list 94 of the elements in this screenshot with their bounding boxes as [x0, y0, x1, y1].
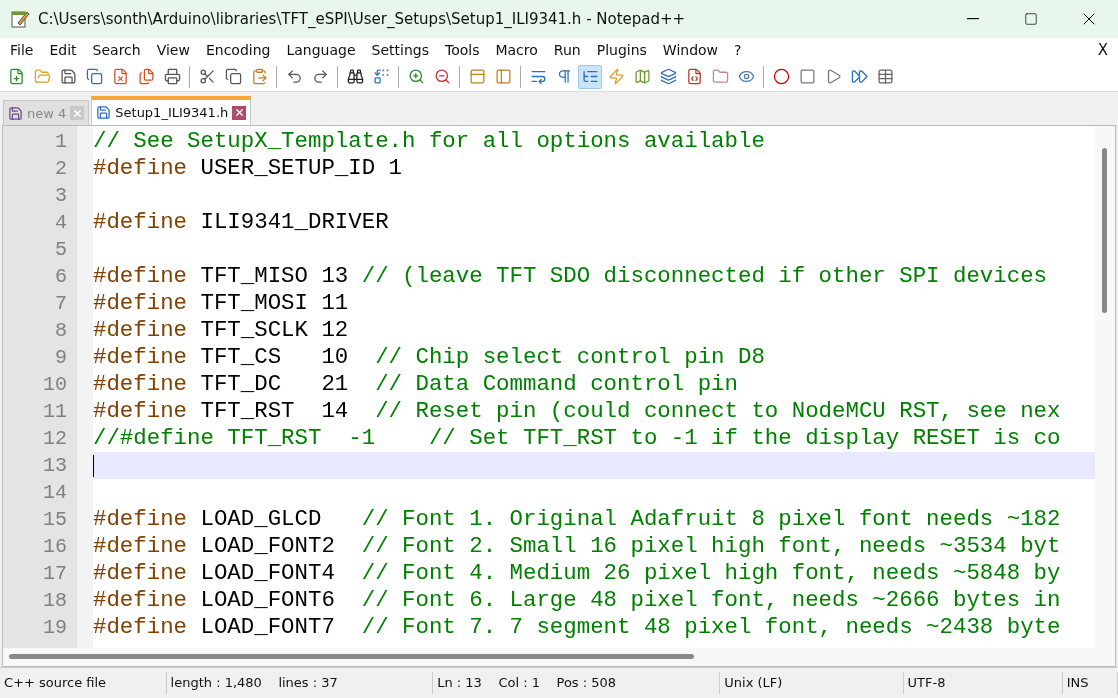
menu-item[interactable]: ? [726, 42, 750, 58]
new-file-icon [7, 68, 25, 85]
menu-item[interactable]: Search [84, 42, 149, 58]
menu-item[interactable]: Window [654, 42, 727, 58]
status-text: INS [1062, 672, 1118, 694]
stop-icon [798, 68, 816, 85]
menu-item[interactable]: File [2, 42, 42, 58]
line-number: 7 [54, 291, 68, 317]
menu-item[interactable]: View [148, 42, 198, 58]
editor[interactable] [2, 125, 1116, 667]
save-icon [8, 105, 23, 121]
code-line: #define TFT_RST 14 // Reset pin (could connect to NodeMCU RST, see nex [93, 398, 1061, 425]
line-number: 12 [42, 426, 68, 452]
record-icon [772, 68, 790, 85]
code-line: #define LOAD_FONT4 // Font 4. Medium 26 pixel high font, needs ~5848 by [93, 560, 1061, 587]
line-number: 3 [54, 183, 68, 209]
eye-icon [737, 68, 755, 85]
line-number: 13 [42, 453, 68, 479]
save-icon [96, 105, 112, 120]
line-number: 18 [42, 588, 68, 614]
code-line: #define LOAD_GLCD // Font 1. Original Adafruit 8 pixel font needs ~182 [93, 506, 1061, 533]
line-number: 4 [54, 210, 68, 236]
status-text: UTF-8 [903, 672, 1063, 694]
save-all-icon [85, 68, 103, 85]
line-number: 16 [42, 534, 68, 560]
line-number: 14 [42, 480, 68, 506]
code-line: #define LOAD_FONT2 // Font 2. Small 16 pixel high font, needs ~3534 byt [93, 533, 1061, 560]
status-text: C++ source file [0, 672, 167, 694]
menu-item[interactable]: Plugins [588, 42, 655, 58]
menu-item[interactable]: Settings [363, 42, 437, 58]
line-number: 1 [54, 129, 68, 155]
line-number: 19 [42, 615, 68, 641]
menu-item[interactable]: Tools [436, 42, 488, 58]
close-document-button[interactable]: X [1097, 41, 1108, 59]
line-number: 15 [42, 507, 68, 533]
menu-item[interactable]: Macro [487, 42, 546, 58]
indent-guide-icon [581, 68, 599, 85]
wrap-icon [529, 68, 547, 85]
window-title: C:\Users\sonth\Arduino\libraries\TFT_eSPI\User_Setups\Setup1_ILI9341.h - Notepad++ [38, 10, 687, 28]
status-text: Unix (LF) [720, 672, 904, 694]
code-line: #define ILI9341_DRIVER [93, 209, 389, 236]
line-number: 2 [54, 156, 68, 182]
line-number: 9 [54, 345, 68, 371]
close-file-icon [111, 68, 129, 85]
copy-icon [224, 68, 242, 85]
zoom-out-icon [433, 68, 451, 85]
notepad-icon [10, 9, 30, 29]
code-line: // See SetupX_Template.h for all options available [93, 128, 765, 155]
scrollbar-thumb[interactable] [1102, 148, 1107, 313]
zoom-in-icon [407, 68, 425, 85]
save-icon [59, 68, 77, 85]
tab-close-button[interactable] [232, 105, 247, 120]
maximize-icon [1024, 12, 1038, 26]
paste-icon [250, 68, 268, 85]
close-icon [233, 107, 245, 118]
scrollbar-thumb[interactable] [9, 654, 694, 659]
map-icon [633, 68, 651, 85]
menu-item[interactable]: Language [278, 42, 364, 58]
status-text: Ln : 13 Col : 1 Pos : 508 [433, 672, 721, 694]
line-number: 11 [42, 399, 68, 425]
find-icon [346, 68, 364, 85]
vertical-scrollbar[interactable] [1095, 126, 1115, 648]
menu-item[interactable]: Run [545, 42, 589, 58]
horizontal-scrollbar[interactable] [3, 648, 1115, 666]
fast-forward-icon [850, 68, 868, 85]
line-number: 6 [54, 264, 68, 290]
line-number: 10 [42, 372, 68, 398]
code-line: //#define TFT_RST -1 // Set TFT_RST to -1 if the display RESET is co [93, 425, 1061, 452]
menu-item[interactable]: Encoding [197, 42, 279, 58]
code-line: #define TFT_MISO 13 // (leave TFT SDO disconnected if other SPI devices [93, 263, 1047, 290]
folder-icon [33, 68, 51, 85]
close-all-icon [137, 68, 155, 85]
lightning-icon [607, 68, 625, 85]
file-tab[interactable]: Setup1_ILI9341.h [91, 96, 252, 125]
code-line: #define LOAD_FONT6 // Font 6. Large 48 pixel font, needs ~2666 bytes in [93, 587, 1061, 614]
line-number: 17 [42, 561, 68, 587]
cut-icon [198, 68, 216, 85]
line-number: 8 [54, 318, 68, 344]
status-text: length : 1,480 lines : 37 [166, 672, 434, 694]
code-line: #define TFT_DC 21 // Data Command control pin [93, 371, 738, 398]
redo-icon [311, 68, 329, 85]
code-line: #define USER_SETUP_ID 1 [93, 155, 403, 182]
code-line: #define TFT_CS 10 // Chip select control pin D8 [93, 344, 765, 371]
folder-icon [711, 68, 729, 85]
close-icon [71, 107, 83, 119]
undo-icon [285, 68, 303, 85]
code-line: #define TFT_SCLK 12 [93, 317, 349, 344]
line-number: 5 [54, 237, 68, 263]
minimize-icon [967, 18, 979, 20]
code-line: #define LOAD_FONT7 // Font 7. 7 segment 48 pixel font, needs ~2438 byte [93, 614, 1061, 641]
print-icon [163, 68, 181, 85]
menu-item[interactable]: Edit [41, 42, 85, 58]
text-cursor [93, 454, 94, 477]
code-line: #define TFT_MOSI 11 [93, 290, 349, 317]
